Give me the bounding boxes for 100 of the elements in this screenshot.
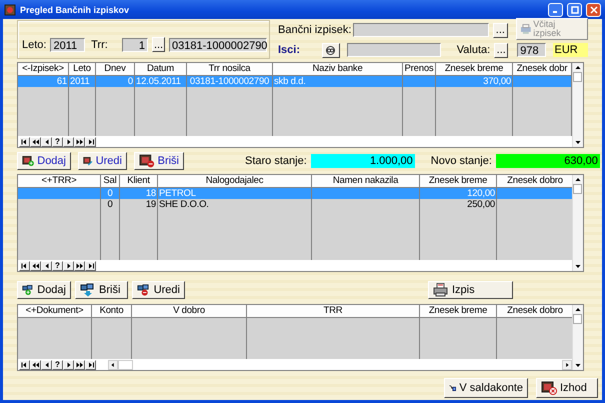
frame-plus-icon: [22, 154, 34, 168]
find-button[interactable]: ?: [52, 260, 63, 270]
column-header[interactable]: Znesek dobro: [497, 305, 573, 318]
trr-field[interactable]: 1: [122, 38, 148, 52]
first-record-icon: [20, 262, 28, 270]
delete-button[interactable]: Briši: [75, 281, 128, 299]
scroll-thumb[interactable]: [573, 72, 582, 82]
column-header[interactable]: <+TRR>: [18, 175, 100, 188]
last-record-icon: [86, 262, 94, 270]
table-cell: 18: [120, 188, 157, 199]
browse-button[interactable]: ...: [494, 42, 508, 58]
edit-button[interactable]: Uredi: [78, 152, 127, 170]
print-button[interactable]: Izpis: [428, 281, 513, 299]
currency-code-field[interactable]: 978: [517, 43, 546, 57]
vertical-scrollbar[interactable]: [572, 175, 583, 271]
column-header[interactable]: Trr nosilca: [187, 63, 272, 76]
scroll-right-icon[interactable]: [562, 360, 572, 370]
navigator-button[interactable]: [74, 136, 85, 146]
vertical-scrollbar[interactable]: [572, 305, 583, 370]
table-cell-text: 250,00: [466, 199, 496, 210]
navigator-button[interactable]: [85, 136, 96, 146]
navigator-button[interactable]: [19, 136, 30, 146]
column-header[interactable]: Znesek dobr: [513, 63, 571, 76]
table-cell: 120,00: [420, 188, 496, 199]
column-header[interactable]: Znesek breme: [420, 305, 496, 318]
column-header[interactable]: <-Izpisek>: [18, 63, 68, 76]
table-cell: 61: [18, 76, 68, 87]
navigator-button[interactable]: [30, 360, 41, 370]
table-cell-text: 0: [106, 199, 114, 210]
frame-pencil-icon: [83, 154, 93, 168]
navigator-button[interactable]: [41, 136, 52, 146]
column-header[interactable]: Znesek dobro: [497, 175, 573, 188]
column-header[interactable]: TRR: [247, 305, 419, 318]
scroll-thumb[interactable]: [573, 184, 582, 194]
navigator-button[interactable]: [63, 136, 74, 146]
column-header[interactable]: Datum: [135, 63, 186, 76]
scroll-thumb[interactable]: [573, 314, 582, 324]
navigator-button[interactable]: [85, 360, 96, 370]
search-field[interactable]: [346, 43, 441, 57]
devices-no-entry-icon: [137, 283, 151, 297]
navigator-button[interactable]: [85, 260, 96, 270]
devices-arrow-icon: [80, 283, 96, 297]
column-header[interactable]: Namen nakazila: [312, 175, 419, 188]
edit-button[interactable]: Uredi: [132, 281, 185, 299]
year-field[interactable]: 2011: [50, 38, 86, 52]
table-cell: skb d.d.: [273, 76, 402, 87]
column-header[interactable]: Naziv banke: [273, 63, 402, 76]
first-record-icon: [20, 360, 28, 368]
navigator-button[interactable]: [74, 360, 85, 370]
column-header[interactable]: Konto: [92, 305, 131, 318]
statement-field[interactable]: [353, 23, 490, 37]
navigator-button[interactable]: [63, 260, 74, 270]
exit-button[interactable]: Izhod: [536, 378, 598, 398]
glasses-icon: [324, 46, 338, 54]
find-button[interactable]: ?: [52, 360, 63, 370]
transfer-button[interactable]: V saldakonte: [444, 378, 528, 398]
navigator-button[interactable]: [30, 136, 41, 146]
column-header[interactable]: Znesek breme: [436, 63, 512, 76]
trr-label: Trr:: [91, 38, 108, 50]
last-record-icon: [86, 138, 94, 146]
column-header[interactable]: Prenos: [403, 63, 435, 76]
navigator-button[interactable]: [63, 360, 74, 370]
navigator-button[interactable]: [74, 260, 85, 270]
currency-field[interactable]: EUR: [552, 43, 588, 57]
table-cell-text: SHE D.O.O.: [158, 199, 210, 210]
find-button[interactable]: ?: [52, 136, 63, 146]
column-header[interactable]: Znesek breme: [420, 175, 496, 188]
year-label: Leto:: [22, 38, 46, 50]
column-header[interactable]: Dnev: [96, 63, 134, 76]
navigator-button[interactable]: [41, 260, 52, 270]
column-header[interactable]: Sal: [101, 175, 119, 188]
navigator-button[interactable]: [30, 260, 41, 270]
search-button[interactable]: [322, 42, 340, 58]
browse-button[interactable]: ...: [493, 22, 508, 38]
browse-button[interactable]: ...: [152, 37, 165, 52]
navigator-button[interactable]: [19, 360, 30, 370]
app-icon: [4, 4, 16, 16]
column-header[interactable]: Nalogodajalec: [158, 175, 311, 188]
close-button[interactable]: [586, 2, 601, 16]
add-button[interactable]: Dodaj: [17, 152, 71, 170]
table-cell: 12.05.2011: [135, 76, 186, 87]
close-icon: [590, 6, 598, 14]
column-header[interactable]: Klient: [120, 175, 157, 188]
window-title: Pregled Bančnih izpiskov: [20, 4, 130, 14]
scroll-thumb[interactable]: [118, 360, 133, 370]
delete-button[interactable]: Briši: [134, 152, 184, 170]
scroll-left-icon[interactable]: [108, 360, 118, 370]
first-record-icon: [20, 138, 28, 146]
column-header[interactable]: <+Dokument>: [18, 305, 91, 318]
horizontal-scrollbar[interactable]: [108, 360, 572, 370]
column-header[interactable]: V dobro: [132, 305, 246, 318]
vertical-scrollbar[interactable]: [572, 63, 583, 147]
maximize-button[interactable]: [567, 2, 582, 16]
navigator-button[interactable]: [41, 360, 52, 370]
minimize-button[interactable]: [548, 2, 563, 16]
account-field[interactable]: 03181-1000002790: [169, 38, 267, 52]
maximize-icon: [570, 6, 578, 14]
column-header[interactable]: Leto: [69, 63, 95, 76]
add-button[interactable]: Dodaj: [17, 281, 71, 299]
navigator-button[interactable]: [19, 260, 30, 270]
